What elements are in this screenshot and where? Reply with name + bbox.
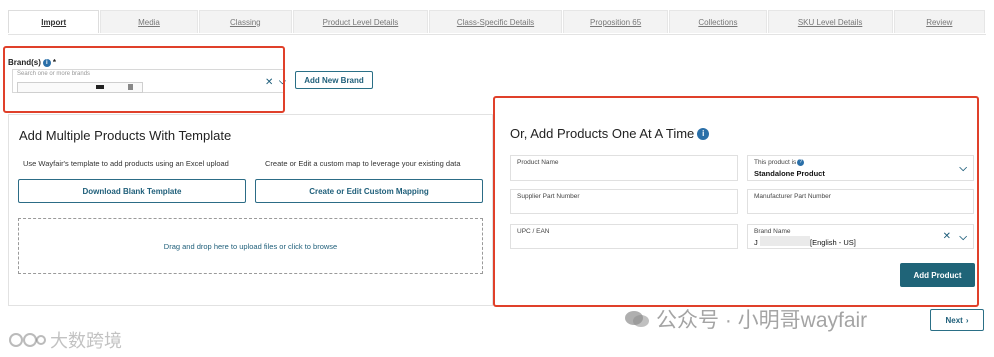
download-blank-template-button[interactable]: Download Blank Template: [18, 179, 246, 203]
watermark-left: 大数跨境: [8, 327, 122, 353]
wechat-icon: [625, 311, 649, 327]
template-panel-title: Add Multiple Products With Template: [19, 128, 232, 143]
supplier-part-number-label: Supplier Part Number: [517, 193, 580, 200]
tab-classing[interactable]: Classing: [198, 10, 292, 33]
info-icon[interactable]: i: [697, 127, 710, 140]
supplier-part-number-field[interactable]: Supplier Part Number: [510, 189, 738, 214]
tab-proposition-65[interactable]: Proposition 65: [563, 10, 669, 33]
brand-name-select[interactable]: Brand Name J [English - US] ✕ ⌵: [747, 224, 974, 249]
upc-ean-field[interactable]: UPC / EAN: [510, 224, 738, 249]
tab-sku-level-details[interactable]: SKU Level Details: [767, 10, 893, 33]
tab-media[interactable]: Media: [100, 10, 198, 33]
next-button[interactable]: Next ›: [930, 309, 984, 331]
template-description: Use Wayfair's template to add products u…: [23, 159, 229, 168]
tab-class-specific-details[interactable]: Class-Specific Details: [428, 10, 563, 33]
chevron-down-icon[interactable]: ⌵: [959, 232, 967, 243]
tab-product-level-details[interactable]: Product Level Details: [292, 10, 428, 33]
brand-name-label: Brand Name: [754, 228, 791, 235]
upc-ean-label: UPC / EAN: [517, 228, 550, 235]
tab-collections[interactable]: Collections: [669, 10, 767, 33]
watermark-left-text: 大数跨境: [50, 331, 122, 351]
file-dropzone[interactable]: Drag and drop here to upload files or cl…: [18, 218, 483, 274]
product-name-field[interactable]: Product Name: [510, 155, 738, 181]
redaction-block: [760, 236, 810, 246]
tab-review[interactable]: Review: [893, 10, 985, 33]
product-type-select[interactable]: This product is? Standalone Product ⌵: [747, 155, 974, 181]
next-label: Next: [945, 315, 963, 325]
manufacturer-part-number-label: Manufacturer Part Number: [754, 193, 831, 200]
add-product-button[interactable]: Add Product: [900, 263, 975, 287]
template-panel: Add Multiple Products With Template Use …: [8, 114, 493, 306]
clear-icon[interactable]: ✕: [943, 231, 951, 242]
watermark-right: 公众号 · 小明哥wayfair: [624, 304, 867, 334]
single-product-title-text: Or, Add Products One At A Time: [510, 126, 695, 141]
product-name-label: Product Name: [517, 159, 559, 166]
step-tabs: Import Media Classing Product Level Deta…: [8, 10, 986, 35]
brand-name-value: [English - US]: [810, 238, 856, 247]
mapping-description: Create or Edit a custom map to leverage …: [265, 159, 461, 168]
create-custom-mapping-button[interactable]: Create or Edit Custom Mapping: [255, 179, 483, 203]
chevron-down-icon[interactable]: ⌵: [959, 163, 967, 174]
highlight-box-brand: [3, 46, 285, 113]
watermark-logo-icon: [9, 333, 46, 347]
chevron-right-icon: ›: [965, 315, 969, 325]
watermark-right-text: 公众号 · 小明哥wayfair: [656, 309, 868, 332]
tab-import[interactable]: Import: [8, 10, 100, 33]
help-icon[interactable]: ?: [797, 159, 805, 166]
product-type-label: This product is?: [754, 159, 805, 167]
add-new-brand-button[interactable]: Add New Brand: [295, 71, 373, 89]
product-type-value: Standalone Product: [754, 169, 825, 178]
manufacturer-part-number-field[interactable]: Manufacturer Part Number: [747, 189, 974, 214]
single-product-title: Or, Add Products One At A Time i: [510, 126, 710, 141]
dropzone-text: Drag and drop here to upload files or cl…: [163, 241, 338, 251]
brand-name-prefix: J: [754, 238, 758, 247]
